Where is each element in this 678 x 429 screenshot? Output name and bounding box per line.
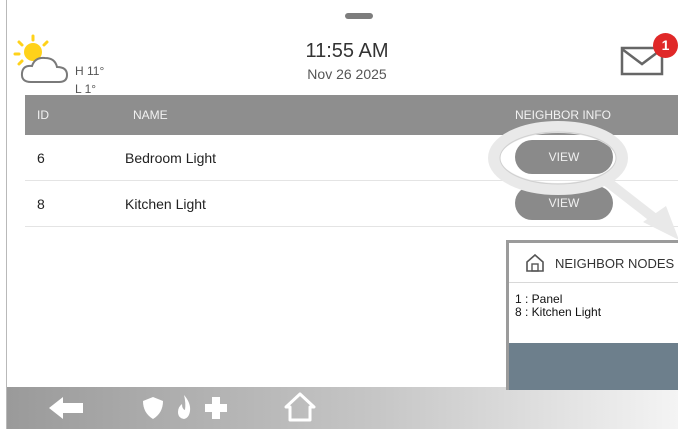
column-name: NAME [133, 108, 168, 122]
message-count-badge: 1 [653, 33, 678, 58]
pull-down-handle[interactable] [345, 13, 373, 19]
popup-footer [509, 343, 678, 390]
table-header: ID NAME NEIGHBOR INFO [25, 95, 678, 135]
temp-low: L 1° [75, 82, 97, 96]
neighbor-item: 8 : Kitchen Light [515, 305, 602, 319]
neighbor-list: 1 : Panel 8 : Kitchen Light [515, 293, 601, 319]
row-id: 6 [37, 150, 45, 166]
app-frame: H 11° L 1° 11:55 AM Nov 26 2025 1 ID NAM… [6, 0, 678, 429]
view-button[interactable]: VIEW [515, 140, 613, 174]
weather-widget[interactable]: H 11° L 1° [9, 30, 119, 96]
popup-header: NEIGHBOR NODES F [509, 243, 678, 283]
shield-icon[interactable] [141, 395, 165, 421]
fire-icon[interactable] [173, 393, 195, 421]
back-arrow-icon[interactable] [47, 395, 87, 421]
view-button[interactable]: VIEW [515, 186, 613, 220]
table-row: 6 Bedroom Light VIEW [25, 135, 678, 181]
column-id: ID [37, 108, 49, 122]
temp-high: H 11° [75, 64, 105, 78]
clock-time: 11:55 AM [305, 40, 389, 62]
partly-sunny-icon [13, 34, 69, 83]
row-name: Kitchen Light [125, 196, 206, 212]
popup-title: NEIGHBOR NODES F [555, 256, 678, 271]
row-name: Bedroom Light [125, 150, 217, 166]
neighbor-nodes-popup: NEIGHBOR NODES F 1 : Panel 8 : Kitchen L… [506, 240, 678, 390]
house-icon [526, 253, 544, 272]
column-neighbor-info: NEIGHBOR INFO [515, 108, 612, 122]
home-icon[interactable] [283, 391, 317, 423]
clock-date: Nov 26 2025 [307, 66, 387, 82]
table-row: 8 Kitchen Light VIEW [25, 181, 678, 227]
row-id: 8 [37, 196, 45, 212]
medical-cross-icon[interactable] [203, 395, 229, 421]
bottom-nav-bar [7, 387, 678, 429]
